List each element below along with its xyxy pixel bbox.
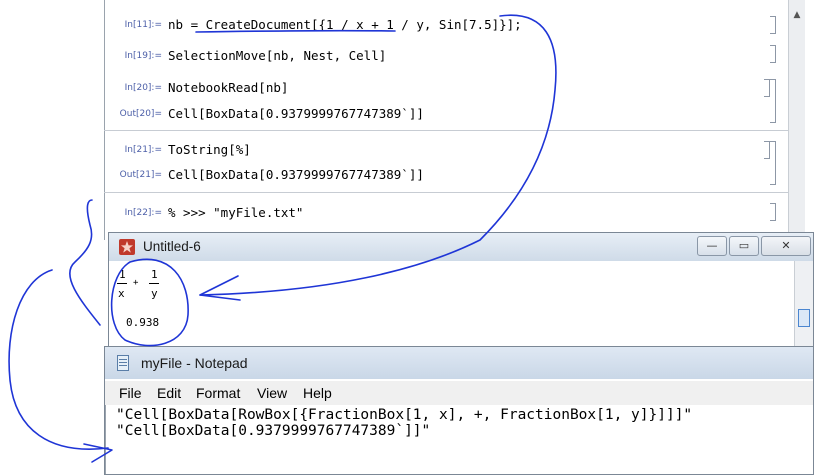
cell-code[interactable]: NotebookRead[nb] — [168, 80, 288, 95]
fraction-1-numerator: 1 — [119, 268, 126, 281]
cell-label: In[19]:= — [124, 51, 162, 61]
restore-button[interactable]: ▭ — [729, 236, 759, 256]
plus-sign: + — [133, 278, 139, 288]
menu-format[interactable]: Format — [196, 385, 240, 401]
text-line: "Cell[BoxData[RowBox[{FractionBox[1, x],… — [116, 407, 693, 423]
fraction-2-denominator: y — [151, 287, 158, 300]
window-title: Untitled-6 — [143, 239, 201, 254]
menu-edit[interactable]: Edit — [157, 385, 181, 401]
input-cell-20[interactable]: In[20]:= NotebookRead[nb] — [104, 79, 774, 97]
cell-code[interactable]: % >>> "myFile.txt" — [168, 205, 303, 220]
cell-divider — [104, 192, 788, 193]
input-cell-11[interactable]: In[11]:= nb = CreateDocument[{1 / x + 1 … — [104, 16, 774, 34]
menu-help[interactable]: Help — [303, 385, 332, 401]
cell-code[interactable]: nb = CreateDocument[{1 / x + 1 / y, Sin[… — [168, 17, 522, 32]
text-line: "Cell[BoxData[0.9379999767747389`]]" — [116, 423, 431, 439]
scrollbar-thumb[interactable] — [798, 309, 810, 327]
untitled-document-body[interactable]: 1 x + 1 y 0.938 — [109, 261, 813, 351]
sin-result-value: 0.938 — [126, 316, 160, 329]
cell-label: Out[20]= — [119, 109, 162, 119]
untitled-scrollbar[interactable] — [794, 261, 813, 351]
left-arc-annotation — [8, 269, 109, 450]
output-cell-21[interactable]: Out[21]= Cell[BoxData[0.9379999767747389… — [104, 166, 774, 184]
notepad-menubar: File Edit Format View Help — [105, 381, 813, 406]
untitled-titlebar[interactable]: Untitled-6 — ▭ ✕ — [109, 233, 813, 262]
cell-divider — [104, 130, 788, 131]
cell-bracket[interactable] — [770, 203, 776, 221]
menu-file[interactable]: File — [119, 385, 142, 401]
group-bracket[interactable] — [770, 141, 776, 185]
close-button[interactable]: ✕ — [761, 236, 811, 256]
close-icon: ✕ — [781, 239, 791, 252]
scroll-up-icon[interactable]: ▲ — [789, 8, 805, 22]
window-title: myFile - Notepad — [141, 355, 248, 371]
cell-bracket[interactable] — [770, 45, 776, 63]
minimize-button[interactable]: — — [697, 236, 727, 256]
cell-code[interactable]: Cell[BoxData[0.9379999767747389`]] — [168, 167, 424, 182]
notepad-window[interactable]: myFile - Notepad File Edit Format View H… — [104, 346, 814, 475]
fraction-2-numerator: 1 — [151, 268, 158, 281]
menu-view[interactable]: View — [257, 385, 287, 401]
notepad-text-area[interactable]: "Cell[BoxData[RowBox[{FractionBox[1, x],… — [105, 405, 813, 474]
cell-code[interactable]: Cell[BoxData[0.9379999767747389`]] — [168, 106, 424, 121]
notepad-titlebar[interactable]: myFile - Notepad — [105, 347, 813, 379]
cell-label: In[20]:= — [124, 83, 162, 93]
input-cell-19[interactable]: In[19]:= SelectionMove[nb, Nest, Cell] — [104, 47, 774, 65]
fraction-2-line — [149, 283, 159, 284]
minimize-icon: — — [706, 239, 718, 252]
restore-icon: ▭ — [738, 239, 750, 252]
input-cell-22[interactable]: In[22]:= % >>> "myFile.txt" — [104, 204, 774, 222]
left-loop-annotation — [69, 199, 101, 326]
cell-label: In[22]:= — [124, 208, 162, 218]
fraction-1-denominator: x — [118, 287, 125, 300]
input-cell-21[interactable]: In[21]:= ToString[%] — [104, 141, 774, 159]
notepad-icon — [117, 355, 129, 371]
cell-label: Out[21]= — [119, 170, 162, 180]
mathematica-logo-icon — [119, 239, 135, 255]
output-cell-20[interactable]: Out[20]= Cell[BoxData[0.9379999767747389… — [104, 105, 774, 123]
cell-code[interactable]: SelectionMove[nb, Nest, Cell] — [168, 48, 386, 63]
cell-label: In[11]:= — [124, 20, 162, 30]
notebook-scrollbar[interactable]: ▲ — [788, 0, 805, 240]
untitled-window[interactable]: Untitled-6 — ▭ ✕ 1 x + 1 y 0.938 — [108, 232, 814, 352]
cell-label: In[21]:= — [124, 145, 162, 155]
cell-code[interactable]: ToString[%] — [168, 142, 251, 157]
fraction-1-line — [117, 283, 127, 284]
group-bracket[interactable] — [770, 79, 776, 123]
cell-bracket[interactable] — [770, 16, 776, 34]
